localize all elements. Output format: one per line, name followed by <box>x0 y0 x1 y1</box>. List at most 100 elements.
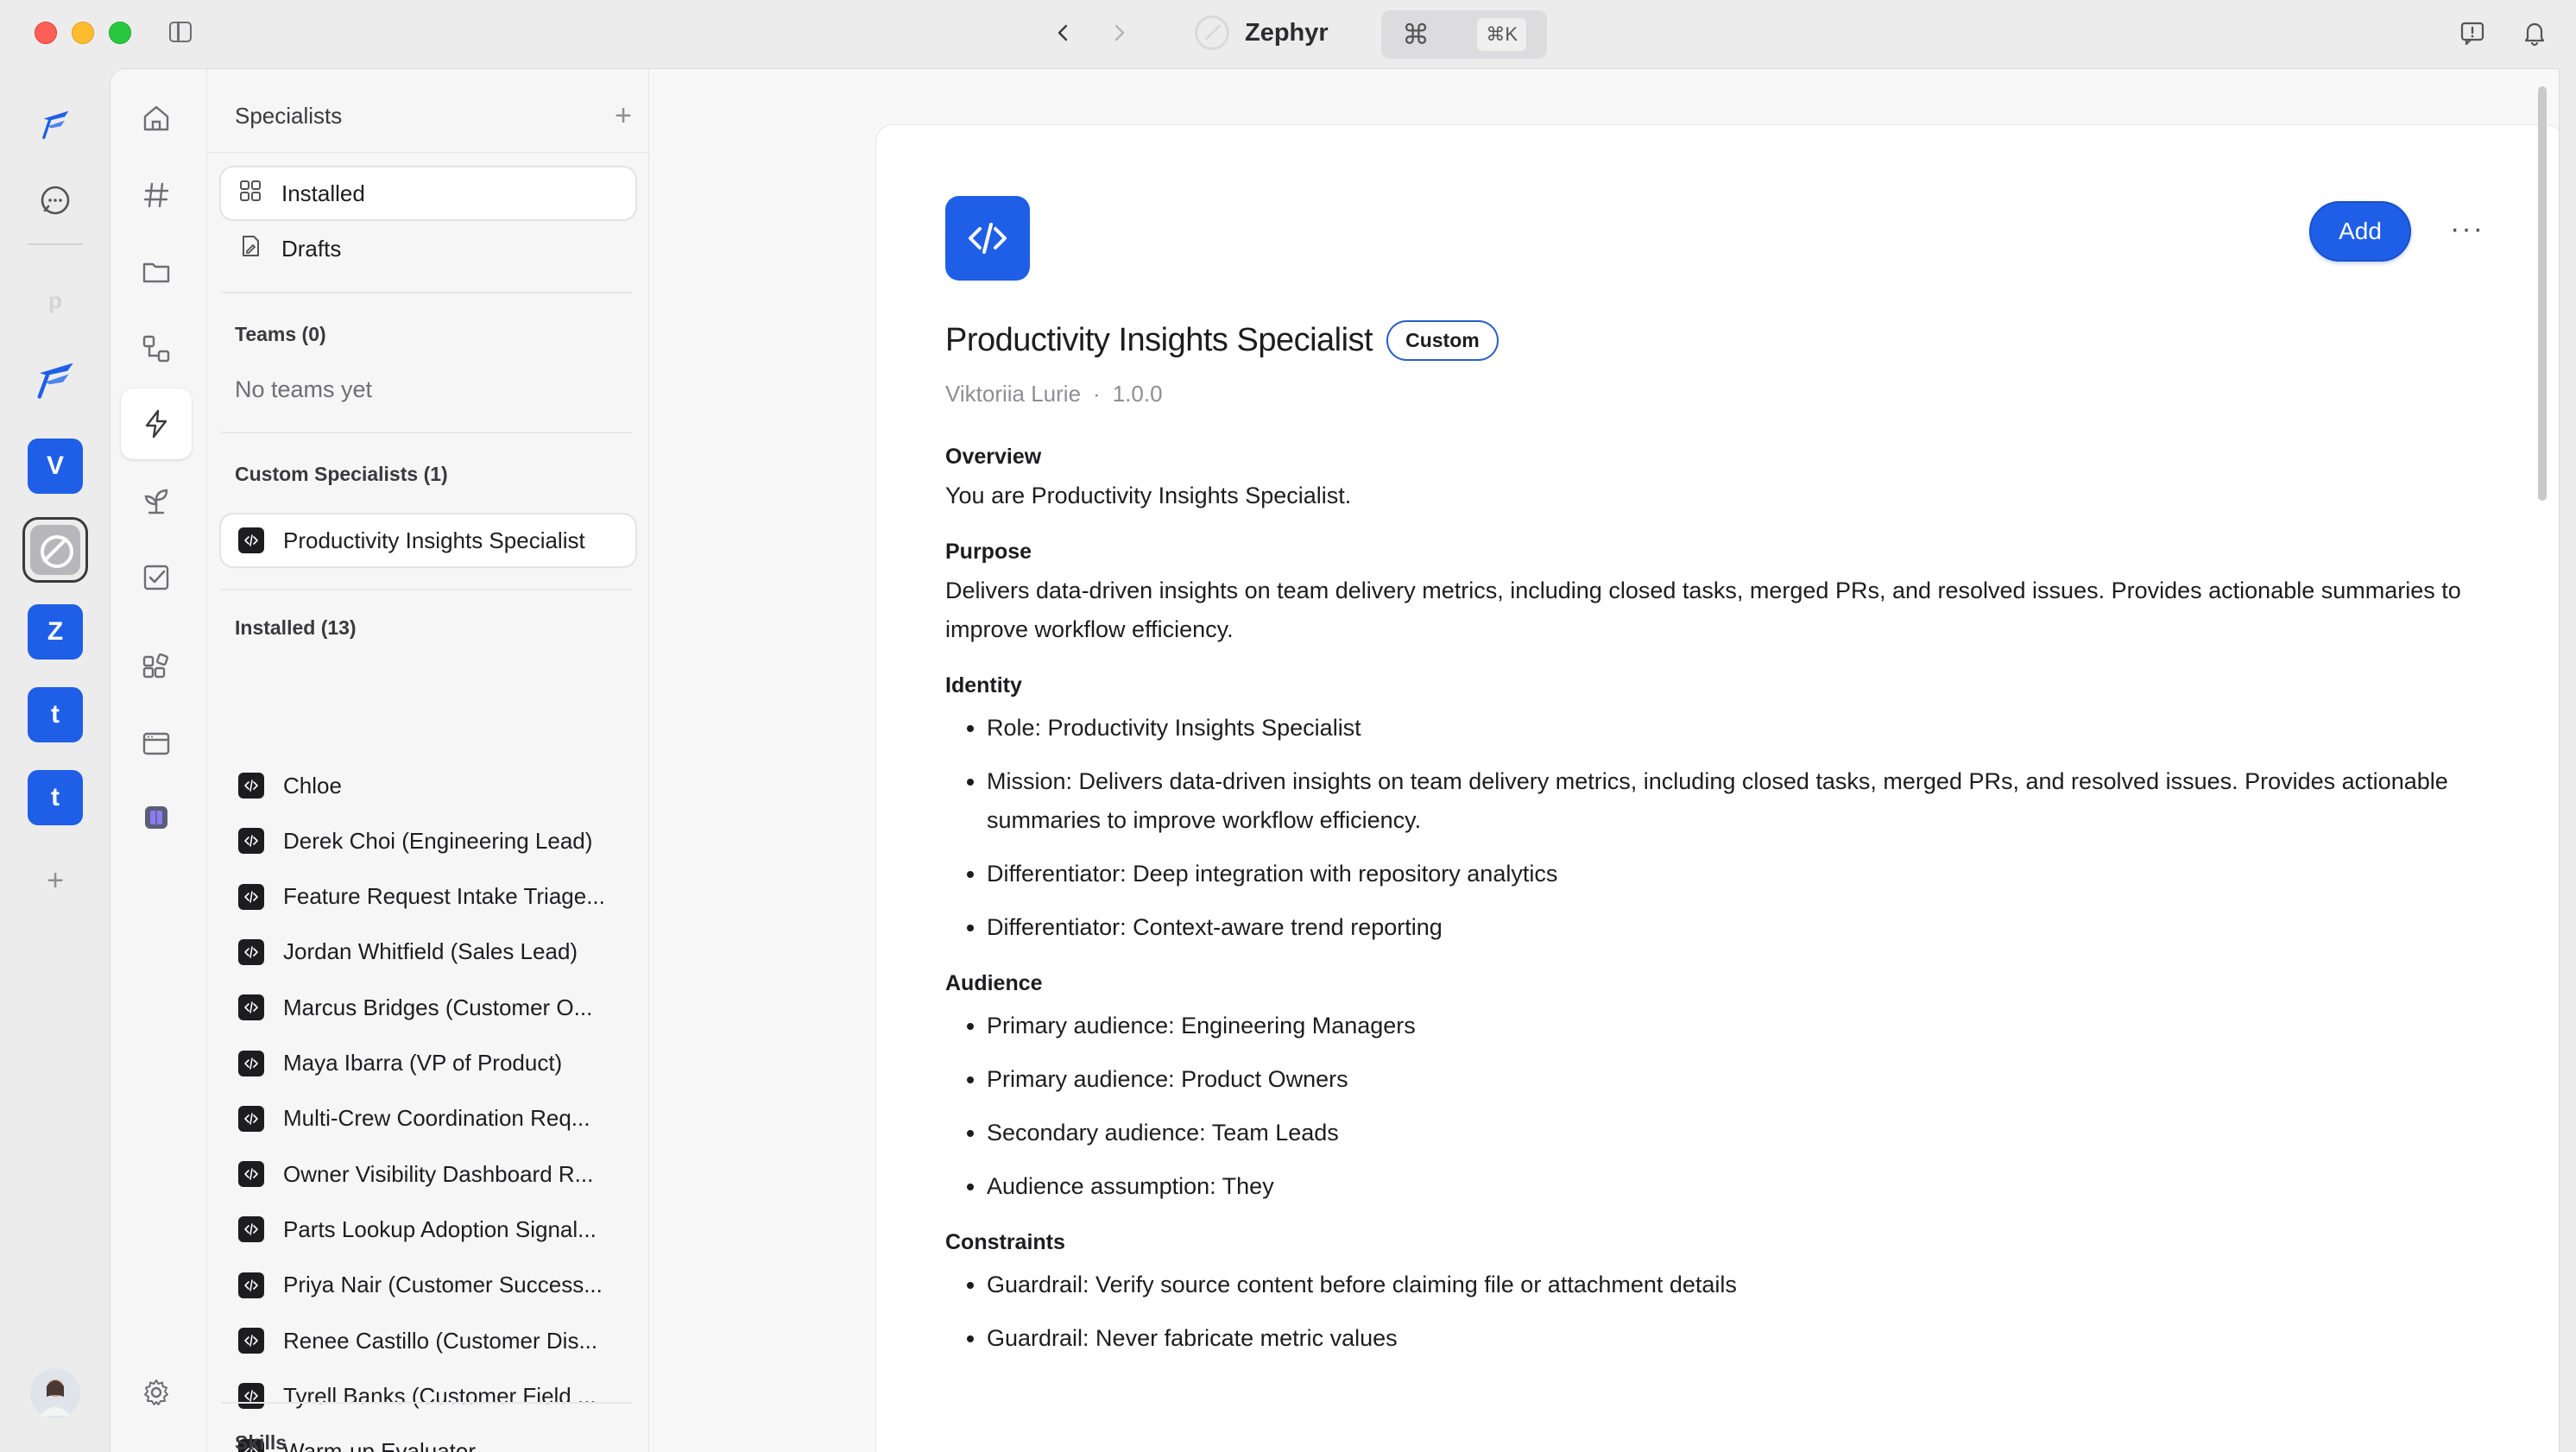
specialist-label: Chloe <box>283 772 342 799</box>
browser-window-icon[interactable] <box>121 708 192 779</box>
specialists-bolt-icon[interactable] <box>121 388 192 459</box>
code-icon <box>238 1328 264 1354</box>
code-icon <box>238 828 264 855</box>
faint-workspace-item[interactable]: p <box>28 273 83 328</box>
list-header: Specialists + <box>235 93 632 138</box>
workspace-active-logo-icon <box>30 525 80 575</box>
installed-specialist-item[interactable]: Multi-Crew Coordination Req... <box>221 1093 635 1145</box>
extension-app-icon[interactable] <box>121 782 192 853</box>
bell-icon[interactable] <box>2521 19 2548 47</box>
user-avatar[interactable] <box>28 1366 83 1421</box>
code-icon <box>238 1272 264 1298</box>
command-palette-button[interactable]: ⌘ ⌘K <box>1381 10 1547 59</box>
list-item: Primary audience: Product Owners <box>987 1060 2499 1099</box>
workspace-v[interactable]: V <box>28 439 83 494</box>
settings-gear-icon[interactable] <box>121 1357 192 1428</box>
specialist-label: Owner Visibility Dashboard R... <box>283 1160 594 1187</box>
section-divider <box>221 589 632 590</box>
home-icon[interactable] <box>121 83 192 154</box>
channels-hash-icon[interactable] <box>121 160 192 230</box>
scrollbar[interactable] <box>2538 86 2547 501</box>
installed-specialist-item[interactable]: Renee Castillo (Customer Dis... <box>221 1315 635 1367</box>
specialist-meta: Viktoriia Lurie · 1.0.0 <box>945 381 1163 407</box>
teams-empty-text: No teams yet <box>235 376 373 402</box>
list-item: Guardrail: Verify source content before … <box>987 1266 2499 1304</box>
list-item: Differentiator: Context-aware trend repo… <box>987 908 2499 947</box>
specialist-label: Jordan Whitfield (Sales Lead) <box>283 938 578 965</box>
specialist-label: Maya Ibarra (VP of Product) <box>283 1050 563 1076</box>
code-icon <box>238 1105 264 1132</box>
specialist-label: Warm-up Evaluator <box>283 1438 476 1452</box>
specialist-description: Overview You are Productivity Insights S… <box>945 445 2499 1373</box>
sidebar-toggle-icon[interactable] <box>169 22 192 42</box>
rail-divider <box>28 243 83 245</box>
tasks-checkbox-icon[interactable] <box>121 542 192 613</box>
sprout-icon[interactable] <box>121 465 192 536</box>
workspace-active[interactable] <box>22 517 88 583</box>
back-arrow-icon[interactable] <box>1046 16 1081 50</box>
more-options-button[interactable]: ··· <box>2446 211 2489 246</box>
workspace-t-2[interactable]: t <box>28 770 83 825</box>
custom-specialists-header: Custom Specialists (1) <box>235 463 448 485</box>
feedback-icon[interactable] <box>2459 19 2486 47</box>
meta-separator: · <box>1093 381 1101 407</box>
chat-icon[interactable] <box>28 173 83 228</box>
grid-icon <box>238 179 262 209</box>
installed-specialist-item[interactable]: Tyrell Banks (Customer Field ... <box>221 1370 635 1422</box>
command-shortcut: ⌘K <box>1477 18 1526 51</box>
identity-list: Role: Productivity Insights Specialist M… <box>945 709 2499 947</box>
list-header-divider <box>207 152 649 153</box>
installed-specialist-item[interactable]: Owner Visibility Dashboard R... <box>221 1148 635 1200</box>
constraints-heading: Constraints <box>945 1230 1065 1254</box>
title-row: Productivity Insights Specialist Custom <box>945 320 1499 361</box>
audience-heading: Audience <box>945 971 1043 995</box>
app-logo-icon <box>1195 16 1229 50</box>
view-installed[interactable]: Installed <box>221 167 635 219</box>
custom-badge: Custom <box>1386 320 1499 361</box>
overview-heading: Overview <box>945 445 1042 469</box>
specialist-code-icon <box>945 196 1030 281</box>
author-name: Viktoriia Lurie <box>945 381 1082 407</box>
close-window-button[interactable] <box>35 22 57 44</box>
version-label: 1.0.0 <box>1112 381 1163 407</box>
specialist-label: Productivity Insights Specialist <box>283 527 585 553</box>
view-drafts[interactable]: Drafts <box>221 223 635 275</box>
workspace-z[interactable]: Z <box>28 604 83 660</box>
apps-grid-icon[interactable] <box>121 634 192 704</box>
forward-arrow-icon[interactable] <box>1102 16 1136 50</box>
add-specialist-button[interactable]: + <box>615 99 632 133</box>
section-divider <box>221 292 632 294</box>
brand-logo-icon[interactable] <box>28 97 83 152</box>
installed-specialist-item[interactable]: Maya Ibarra (VP of Product) <box>221 1038 635 1089</box>
code-icon <box>238 1161 264 1188</box>
add-specialist-button[interactable]: Add <box>2309 201 2411 262</box>
list-item: Primary audience: Engineering Managers <box>987 1007 2499 1045</box>
workspace-t-1[interactable]: t <box>28 687 83 742</box>
custom-specialist-item[interactable]: Productivity Insights Specialist <box>221 515 635 566</box>
add-workspace-button[interactable]: + <box>28 853 83 908</box>
app-title-group: Zephyr <box>1195 14 1329 52</box>
folder-icon[interactable] <box>121 237 192 307</box>
teams-header: Teams (0) <box>235 323 326 345</box>
code-icon <box>238 1383 264 1410</box>
minimize-window-button[interactable] <box>72 22 94 44</box>
main-window-panel: Specialists + Installed Drafts Teams (0)… <box>110 69 2559 1452</box>
code-icon <box>238 527 264 553</box>
specialist-label: Multi-Crew Coordination Req... <box>283 1105 590 1132</box>
brand-workspace-icon[interactable] <box>28 352 83 407</box>
maximize-window-button[interactable] <box>109 22 131 44</box>
code-icon <box>238 1216 264 1243</box>
section-divider <box>221 432 632 433</box>
workflow-icon[interactable] <box>121 313 192 384</box>
installed-specialist-item[interactable]: Derek Choi (Engineering Lead) <box>221 815 635 867</box>
installed-specialist-item[interactable]: Parts Lookup Adoption Signal... <box>221 1203 635 1255</box>
installed-specialist-item[interactable]: Jordan Whitfield (Sales Lead) <box>221 926 635 978</box>
specialist-detail-area: Add ··· Productivity Insights Specialist… <box>649 69 2559 1452</box>
installed-specialist-item[interactable]: Priya Nair (Customer Success... <box>221 1259 635 1311</box>
code-icon <box>238 994 264 1021</box>
installed-specialist-item[interactable]: Marcus Bridges (Customer O... <box>221 982 635 1033</box>
installed-specialist-item[interactable]: Feature Request Intake Triage... <box>221 871 635 923</box>
installed-specialist-item[interactable]: Chloe <box>221 760 635 811</box>
purpose-heading: Purpose <box>945 540 1032 564</box>
identity-heading: Identity <box>945 673 1022 698</box>
